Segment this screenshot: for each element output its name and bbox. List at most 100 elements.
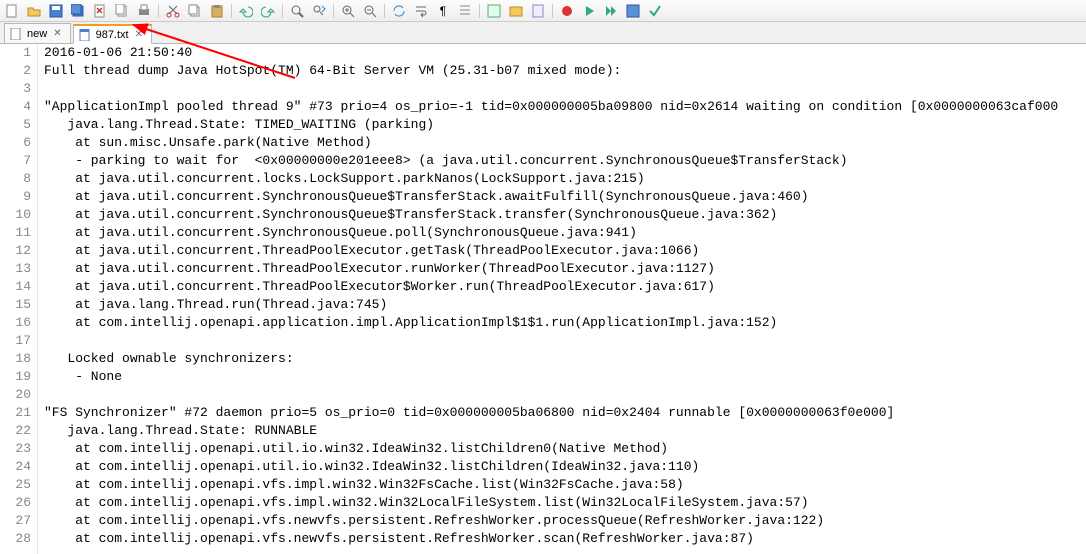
line-number: 8: [0, 170, 31, 188]
tab-new[interactable]: new ✕: [4, 23, 71, 43]
line-number: 21: [0, 404, 31, 422]
line-number: 5: [0, 116, 31, 134]
replace-icon[interactable]: [311, 3, 327, 19]
editor-tabbar: new ✕ 987.txt ✕: [0, 22, 1086, 44]
open-icon[interactable]: [26, 3, 42, 19]
code-line[interactable]: Locked ownable synchronizers:: [44, 350, 1086, 368]
line-number: 23: [0, 440, 31, 458]
code-line[interactable]: at com.intellij.openapi.vfs.impl.win32.W…: [44, 476, 1086, 494]
code-line[interactable]: [44, 332, 1086, 350]
code-line[interactable]: at java.lang.Thread.run(Thread.java:745): [44, 296, 1086, 314]
text-editor[interactable]: 1234567891011121314151617181920212223242…: [0, 44, 1086, 554]
line-number: 9: [0, 188, 31, 206]
code-line[interactable]: at com.intellij.openapi.vfs.impl.win32.W…: [44, 494, 1086, 512]
line-number: 22: [0, 422, 31, 440]
tab-987-txt[interactable]: 987.txt ✕: [73, 24, 152, 44]
tab-close-icon[interactable]: ✕: [135, 29, 143, 40]
line-number: 13: [0, 260, 31, 278]
code-line[interactable]: "FS Synchronizer" #72 daemon prio=5 os_p…: [44, 404, 1086, 422]
tab-close-icon[interactable]: ✕: [53, 28, 61, 39]
line-number: 10: [0, 206, 31, 224]
code-line[interactable]: at java.util.concurrent.SynchronousQueue…: [44, 224, 1086, 242]
code-line[interactable]: 2016-01-06 21:50:40: [44, 44, 1086, 62]
macro-play-icon[interactable]: [581, 3, 597, 19]
save-icon[interactable]: [48, 3, 64, 19]
code-line[interactable]: at com.intellij.openapi.vfs.newvfs.persi…: [44, 530, 1086, 548]
line-number: 2: [0, 62, 31, 80]
file-icon: [9, 27, 23, 41]
redo-icon[interactable]: [260, 3, 276, 19]
code-line[interactable]: at com.intellij.openapi.util.io.win32.Id…: [44, 458, 1086, 476]
code-line[interactable]: [44, 386, 1086, 404]
code-line[interactable]: "ApplicationImpl pooled thread 9" #73 pr…: [44, 98, 1086, 116]
toolbar-separator: [384, 4, 385, 18]
code-line[interactable]: at com.intellij.openapi.util.io.win32.Id…: [44, 440, 1086, 458]
indent-guide-icon[interactable]: [457, 3, 473, 19]
line-number: 11: [0, 224, 31, 242]
copy-icon[interactable]: [187, 3, 203, 19]
code-line[interactable]: [44, 80, 1086, 98]
code-area[interactable]: 2016-01-06 21:50:40Full thread dump Java…: [38, 44, 1086, 554]
macro-save-icon[interactable]: [625, 3, 641, 19]
line-number: 26: [0, 494, 31, 512]
code-line[interactable]: at com.intellij.openapi.application.impl…: [44, 314, 1086, 332]
line-number: 4: [0, 98, 31, 116]
code-line[interactable]: - parking to wait for <0x00000000e201eee…: [44, 152, 1086, 170]
zoom-out-icon[interactable]: [362, 3, 378, 19]
code-line[interactable]: at sun.misc.Unsafe.park(Native Method): [44, 134, 1086, 152]
toolbar-separator: [552, 4, 553, 18]
wrap-icon[interactable]: [413, 3, 429, 19]
line-number: 25: [0, 476, 31, 494]
function-list-icon[interactable]: [486, 3, 502, 19]
line-number: 7: [0, 152, 31, 170]
line-number: 27: [0, 512, 31, 530]
code-line[interactable]: at java.util.concurrent.SynchronousQueue…: [44, 206, 1086, 224]
line-number: 3: [0, 80, 31, 98]
code-line[interactable]: Full thread dump Java HotSpot(TM) 64-Bit…: [44, 62, 1086, 80]
save-all-icon[interactable]: [70, 3, 86, 19]
find-icon[interactable]: [289, 3, 305, 19]
code-line[interactable]: - None: [44, 368, 1086, 386]
folder-view-icon[interactable]: [508, 3, 524, 19]
line-number: 18: [0, 350, 31, 368]
line-number: 19: [0, 368, 31, 386]
tab-label: new: [27, 28, 47, 40]
code-line[interactable]: at java.util.concurrent.locks.LockSuppor…: [44, 170, 1086, 188]
zoom-in-icon[interactable]: [340, 3, 356, 19]
line-number: 28: [0, 530, 31, 548]
toolbar-separator: [479, 4, 480, 18]
tab-label: 987.txt: [96, 29, 129, 41]
toolbar-separator: [282, 4, 283, 18]
paste-icon[interactable]: [209, 3, 225, 19]
code-line[interactable]: java.lang.Thread.State: TIMED_WAITING (p…: [44, 116, 1086, 134]
file-icon: [78, 28, 92, 42]
line-number: 17: [0, 332, 31, 350]
main-toolbar: ¶: [0, 0, 1086, 22]
macro-record-icon[interactable]: [559, 3, 575, 19]
code-line[interactable]: java.lang.Thread.State: RUNNABLE: [44, 422, 1086, 440]
undo-icon[interactable]: [238, 3, 254, 19]
code-line[interactable]: at java.util.concurrent.ThreadPoolExecut…: [44, 278, 1086, 296]
line-number: 6: [0, 134, 31, 152]
toolbar-separator: [333, 4, 334, 18]
line-number: 16: [0, 314, 31, 332]
print-icon[interactable]: [136, 3, 152, 19]
close-file-icon[interactable]: [92, 3, 108, 19]
check-icon[interactable]: [647, 3, 663, 19]
sync-icon[interactable]: [391, 3, 407, 19]
line-number: 12: [0, 242, 31, 260]
line-number: 15: [0, 296, 31, 314]
code-line[interactable]: at java.util.concurrent.ThreadPoolExecut…: [44, 242, 1086, 260]
code-line[interactable]: at com.intellij.openapi.vfs.newvfs.persi…: [44, 512, 1086, 530]
show-all-icon[interactable]: ¶: [435, 3, 451, 19]
line-number: 1: [0, 44, 31, 62]
code-line[interactable]: at java.util.concurrent.SynchronousQueue…: [44, 188, 1086, 206]
doc-map-icon[interactable]: [530, 3, 546, 19]
line-number: 24: [0, 458, 31, 476]
close-all-icon[interactable]: [114, 3, 130, 19]
macro-run-multi-icon[interactable]: [603, 3, 619, 19]
toolbar-separator: [158, 4, 159, 18]
code-line[interactable]: at java.util.concurrent.ThreadPoolExecut…: [44, 260, 1086, 278]
new-icon[interactable]: [4, 3, 20, 19]
cut-icon[interactable]: [165, 3, 181, 19]
